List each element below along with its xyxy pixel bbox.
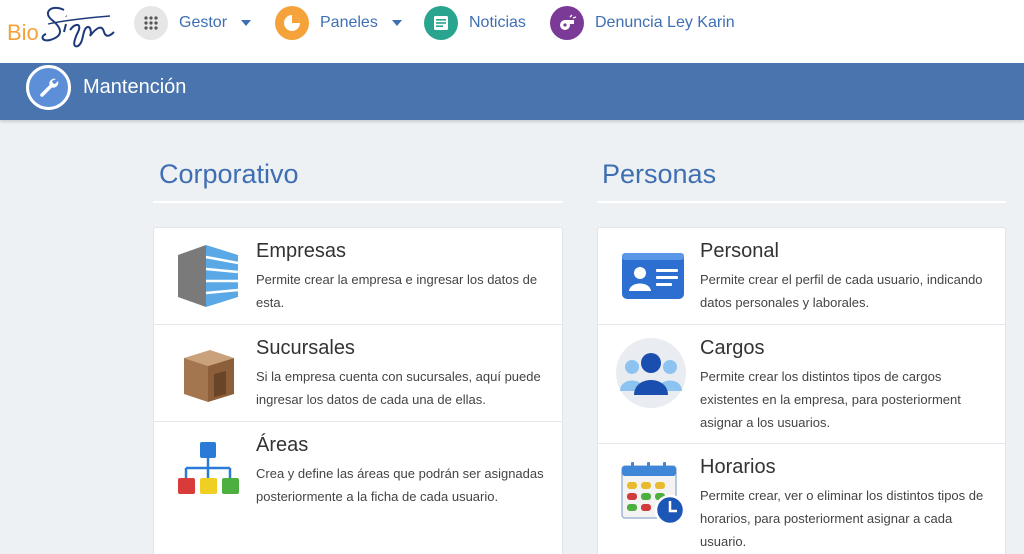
item-description: Permite crear los distintos tipos de car… [700, 369, 961, 430]
card-corporativo: Empresas Permite crear la empresa e ingr… [153, 227, 563, 554]
item-description: Si la empresa cuenta con sucursales, aqu… [256, 369, 541, 407]
chevron-down-icon [241, 20, 252, 26]
nav-noticias-label: Noticias [469, 14, 526, 31]
nav-noticias[interactable]: Noticias [424, 5, 526, 41]
item-description: Permite crear la empresa e ingresar los … [256, 272, 538, 310]
list-item-empresas[interactable]: Empresas Permite crear la empresa e ingr… [154, 228, 562, 325]
nav-paneles-label: Paneles [320, 14, 378, 31]
org-chart-icon [178, 442, 239, 494]
list-item-areas[interactable]: Áreas Crea y define las áreas que podrán… [154, 422, 562, 541]
id-card-icon [622, 253, 684, 299]
whistle-icon [550, 6, 584, 40]
item-title: Personal [700, 240, 779, 262]
item-description: Permite crear, ver o eliminar los distin… [700, 488, 984, 549]
item-title: Horarios [700, 456, 776, 478]
item-title: Empresas [256, 240, 347, 262]
chevron-down-icon [391, 20, 402, 26]
nav-paneles[interactable]: Paneles [275, 5, 402, 41]
biosign-logo[interactable]: Bio [6, 2, 118, 52]
nav-denuncia-ley-karin[interactable]: Denuncia Ley Karin [550, 5, 735, 41]
users-group-icon [616, 338, 686, 408]
pie-chart-icon [275, 6, 309, 40]
page-title: Mantención [83, 76, 187, 98]
nav-gestor[interactable]: Gestor [134, 5, 252, 41]
calendar-clock-icon [621, 462, 686, 526]
item-title: Sucursales [256, 337, 355, 359]
item-description: Crea y define las áreas que podrán ser a… [256, 466, 544, 504]
wrench-icon [26, 65, 71, 110]
top-navbar: Bio Gestor Paneles Noticias Denuncia Ley… [0, 0, 1024, 63]
item-description: Permite crear el perfil de cada usuario,… [700, 272, 983, 310]
building-icon [178, 245, 239, 307]
heading-personas: Personas [602, 159, 717, 189]
list-item-personal[interactable]: Personal Permite crear el perfil de cada… [598, 228, 1005, 325]
list-item-sucursales[interactable]: Sucursales Si la empresa cuenta con sucu… [154, 325, 562, 422]
news-icon [424, 6, 458, 40]
divider [597, 201, 1006, 203]
item-title: Cargos [700, 337, 765, 359]
item-title: Áreas [256, 434, 309, 456]
heading-corporativo: Corporativo [159, 159, 299, 189]
list-item-cargos[interactable]: Cargos Permite crear los distintos tipos… [598, 325, 1005, 444]
svg-text:Bio: Bio [7, 20, 39, 45]
divider [153, 201, 563, 203]
card-personas: Personal Permite crear el perfil de cada… [597, 227, 1006, 554]
box-icon [184, 350, 234, 402]
nav-denuncia-label: Denuncia Ley Karin [595, 14, 735, 31]
list-item-horarios[interactable]: Horarios Permite crear, ver o eliminar l… [598, 444, 1005, 554]
apps-grid-icon [134, 6, 168, 40]
section-header: Mantención [0, 63, 1024, 120]
nav-gestor-label: Gestor [179, 14, 228, 31]
